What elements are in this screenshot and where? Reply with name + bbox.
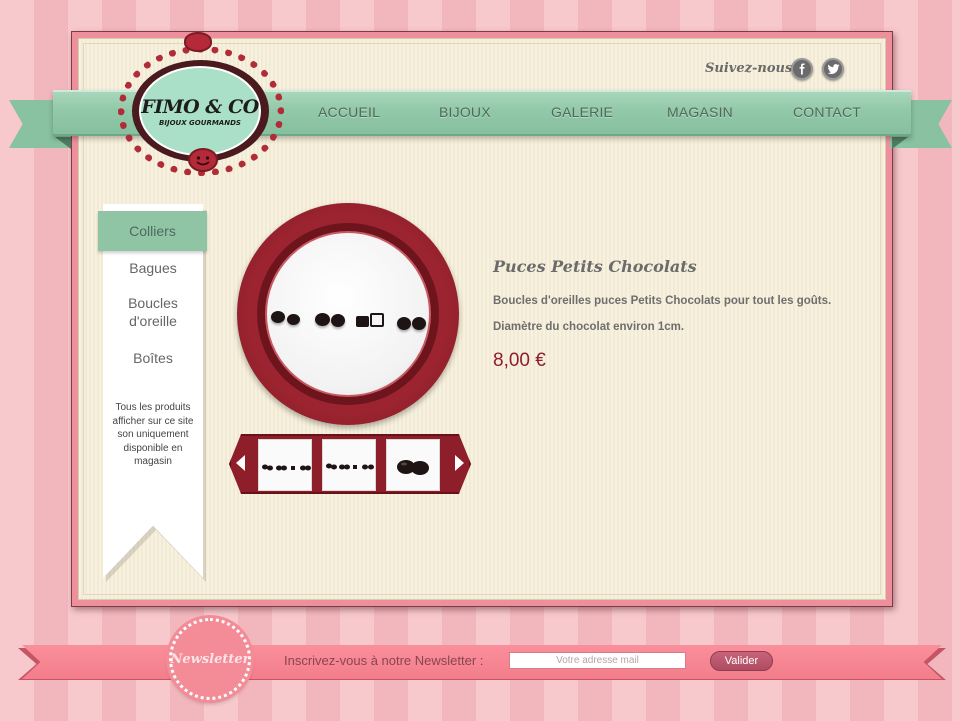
arrow-left-icon[interactable] <box>236 455 245 471</box>
logo-subtitle: BIJOUX GOURMANDS <box>159 119 241 127</box>
store-availability-note: Tous les produits afficher sur ce site s… <box>112 402 194 467</box>
nav-item-accueil[interactable]: ACCUEIL <box>318 104 380 120</box>
newsletter-badge: Newsletter <box>169 618 251 700</box>
product-price: 8,00 € <box>493 350 546 371</box>
chocolate-earring <box>397 317 411 330</box>
chocolate-earring <box>370 313 384 327</box>
macaron-icon <box>184 32 212 52</box>
chocolate-earring <box>287 314 300 325</box>
newsletter-email-input[interactable] <box>509 652 686 669</box>
side-item-boucles[interactable]: Boucles d'oreille <box>103 294 203 330</box>
chocolate-earring <box>331 314 345 327</box>
chocolate-earring <box>271 311 285 323</box>
arrow-right-icon[interactable] <box>455 455 464 471</box>
side-item-bagues[interactable]: Bagues <box>103 259 203 277</box>
thumbnail-1[interactable] <box>258 439 312 491</box>
logo-title: FIMO & CO <box>141 96 259 118</box>
twitter-icon[interactable] <box>822 58 844 80</box>
side-item-boites[interactable]: Boîtes <box>103 349 203 367</box>
nav-item-galerie[interactable]: GALERIE <box>551 104 613 120</box>
nav-item-contact[interactable]: CONTACT <box>793 104 861 120</box>
nav-item-bijoux[interactable]: BIJOUX <box>439 104 491 120</box>
side-item-colliers[interactable]: Colliers <box>98 211 207 251</box>
chocolate-earring <box>356 316 369 327</box>
newsletter-label: Inscrivez-vous à notre Newsletter : <box>284 653 484 668</box>
chocolate-earring <box>412 317 426 330</box>
product-title: Puces Petits Chocolats <box>493 257 697 276</box>
product-description: Boucles d'oreilles puces Petits Chocolat… <box>493 295 832 307</box>
follow-us-label: Suivez-nous <box>705 61 793 76</box>
chocolate-earring <box>315 313 330 326</box>
thumbnail-2[interactable] <box>322 439 376 491</box>
facebook-icon[interactable] <box>791 58 813 80</box>
nav-item-magasin[interactable]: MAGASIN <box>667 104 733 120</box>
smiley-macaron-icon <box>188 148 218 172</box>
newsletter-submit-button[interactable]: Valider <box>710 651 773 671</box>
product-dimensions: Diamètre du chocolat environ 1cm. <box>493 321 685 333</box>
thumbnail-3[interactable] <box>386 439 440 491</box>
